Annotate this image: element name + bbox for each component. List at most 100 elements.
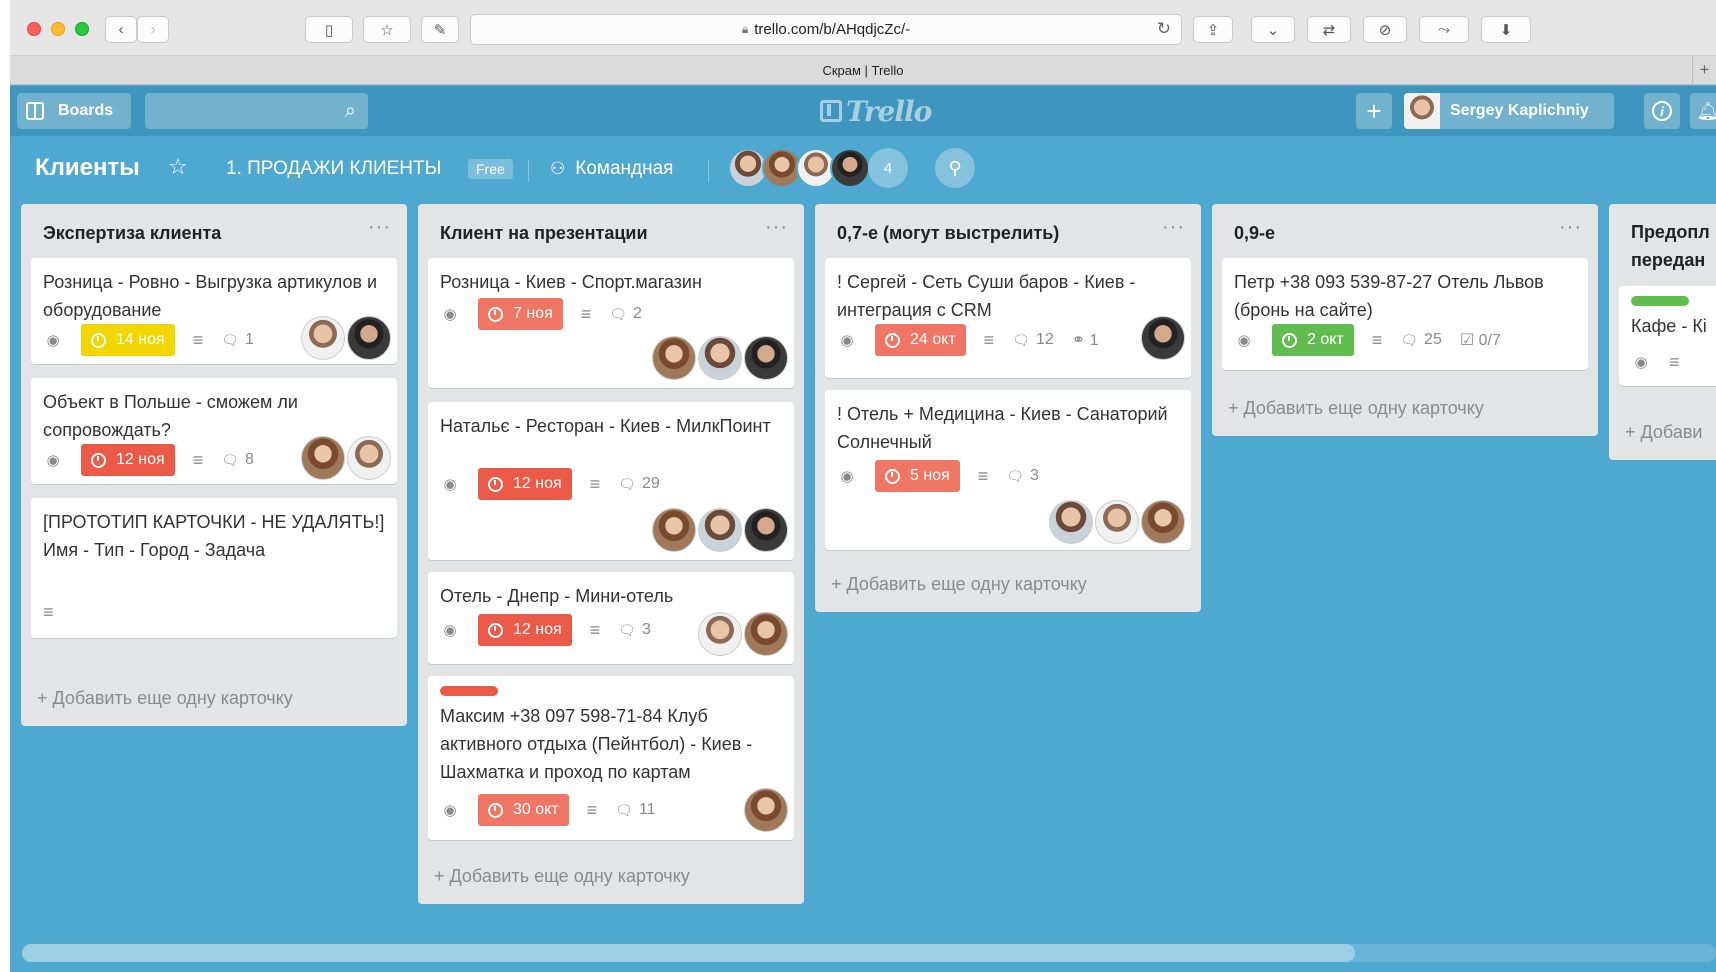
sync-button[interactable]: ⇄ xyxy=(1307,16,1351,43)
avatar[interactable] xyxy=(744,508,788,552)
reload-icon[interactable]: ↻ xyxy=(1157,19,1171,39)
due-date-badge[interactable]: 12 ноя xyxy=(478,614,572,646)
avatar[interactable] xyxy=(744,612,788,656)
add-card-button[interactable]: + Добавить еще одну карточку xyxy=(37,688,293,709)
card[interactable]: Натальє - Ресторан - Киев - МилкПоинт ◉ … xyxy=(428,402,794,560)
comments-badge: 🗨︎ 2 xyxy=(609,305,642,323)
close-window-button[interactable] xyxy=(27,22,41,36)
downloads-button[interactable]: ⬇ xyxy=(1481,16,1531,43)
create-button[interactable]: + xyxy=(1356,93,1392,129)
add-card-label: Добави xyxy=(1640,422,1703,442)
list-header[interactable]: Предопл передан xyxy=(1609,204,1716,276)
due-date-badge[interactable]: 24 окт xyxy=(875,324,966,356)
card[interactable]: [ПРОТОТИП КАРТОЧКИ - НЕ УДАЛЯТЬ!] Имя - … xyxy=(31,498,397,638)
trello-logo[interactable]: Trello xyxy=(820,93,932,129)
pocket-button[interactable]: ⌄ xyxy=(1251,16,1295,43)
more-icon[interactable]: ··· xyxy=(1162,216,1185,239)
notifications-button[interactable]: 🔔︎ xyxy=(1690,93,1716,129)
avatar[interactable] xyxy=(652,508,696,552)
horizontal-scrollbar[interactable] xyxy=(22,944,1716,962)
board-title[interactable]: Клиенты xyxy=(35,154,140,182)
member-count[interactable]: 4 xyxy=(868,148,908,188)
card[interactable]: Розница - Киев - Спорт.магазин ◉ 7 ноя ≡… xyxy=(428,258,794,388)
list-title[interactable]: Клиент на презентации xyxy=(440,223,648,244)
scrollbar-thumb[interactable] xyxy=(22,944,1355,962)
avatar[interactable] xyxy=(698,612,742,656)
list-title[interactable]: 0,9-е xyxy=(1234,223,1275,244)
due-date-badge[interactable]: 7 ноя xyxy=(478,298,563,330)
share-button[interactable]: ⇪ xyxy=(1193,16,1233,43)
card[interactable]: Отель - Днепр - Мини-отель ◉ 12 ноя ≡ 🗨︎… xyxy=(428,572,794,664)
due-date-badge[interactable]: 14 ноя xyxy=(81,324,175,356)
invite-member-button[interactable]: ⚲ xyxy=(935,148,975,188)
star-icon[interactable]: ☆ xyxy=(168,154,188,180)
bookmarks-button[interactable]: ☆ xyxy=(363,16,411,43)
minimize-window-button[interactable] xyxy=(51,22,65,36)
card[interactable]: ! Сергей - Сеть Суши баров - Киев - инте… xyxy=(825,258,1191,378)
add-card-button[interactable]: + Добавить еще одну карточку xyxy=(831,574,1087,595)
new-tab-button[interactable]: + xyxy=(1692,56,1716,84)
avatar[interactable] xyxy=(301,436,345,480)
card[interactable]: ! Отель + Медицина - Киев - Санаторий Со… xyxy=(825,390,1191,550)
list-title[interactable]: Экспертиза клиента xyxy=(43,223,221,244)
avatar[interactable] xyxy=(830,148,870,188)
avatar[interactable] xyxy=(301,316,345,360)
due-date-badge[interactable]: 12 ноя xyxy=(478,468,572,500)
card[interactable]: Объект в Польше - сможем ли сопровождать… xyxy=(31,378,397,484)
list-header[interactable]: 0,9-е ··· xyxy=(1212,204,1598,256)
avatar[interactable] xyxy=(347,316,391,360)
card[interactable]: Максим +38 097 598-71-84 Клуб активного … xyxy=(428,676,794,840)
avatar[interactable] xyxy=(1141,316,1185,360)
list-header[interactable]: Экспертиза клиента ··· xyxy=(21,204,407,256)
block-button[interactable]: ⊘ xyxy=(1363,16,1407,43)
comments-badge: 🗨︎ 25 xyxy=(1400,331,1442,349)
search-input[interactable]: ⌕ xyxy=(145,93,368,129)
due-date-badge[interactable]: 12 ноя xyxy=(81,444,175,476)
due-date-badge[interactable]: 30 окт xyxy=(478,794,569,826)
zoom-window-button[interactable] xyxy=(75,22,89,36)
avatar[interactable] xyxy=(1049,500,1093,544)
more-icon[interactable]: ··· xyxy=(1559,216,1582,239)
card-badges: ◉ 7 ноя ≡ 🗨︎ 2 xyxy=(440,298,660,330)
add-card-button[interactable]: + Добавить еще одну карточку xyxy=(434,866,690,887)
card-members xyxy=(299,436,391,480)
due-date-badge[interactable]: 2 окт xyxy=(1272,324,1354,356)
avatar[interactable] xyxy=(1141,500,1185,544)
card[interactable]: Розница - Ровно - Выгрузка артикулов и о… xyxy=(31,258,397,364)
visibility-button[interactable]: ⚇ Командная xyxy=(550,158,673,180)
avatar[interactable] xyxy=(698,336,742,380)
avatar[interactable] xyxy=(347,436,391,480)
comment-count: 1 xyxy=(244,331,254,348)
clock-icon xyxy=(488,476,503,492)
due-date-label: 7 ноя xyxy=(513,305,553,322)
info-button[interactable]: i xyxy=(1644,93,1680,129)
extension-button[interactable]: ⤳ xyxy=(1419,16,1469,43)
more-icon[interactable]: ··· xyxy=(765,216,788,239)
avatar[interactable] xyxy=(698,508,742,552)
card-label[interactable] xyxy=(1631,296,1689,306)
card-label[interactable] xyxy=(440,686,498,696)
avatar[interactable] xyxy=(744,336,788,380)
avatar[interactable] xyxy=(744,788,788,832)
list-title[interactable]: Предопл передан xyxy=(1631,218,1716,274)
forward-button[interactable]: › xyxy=(137,16,169,43)
add-card-button[interactable]: + Добавить еще одну карточку xyxy=(1228,398,1484,419)
boards-button[interactable]: Boards xyxy=(17,93,131,129)
avatar[interactable] xyxy=(1095,500,1139,544)
list-header[interactable]: Клиент на презентации ··· xyxy=(418,204,804,256)
add-card-button[interactable]: + Добави xyxy=(1625,422,1702,443)
due-date-badge[interactable]: 5 ноя xyxy=(875,460,960,492)
list-header[interactable]: 0,7-е (могут выстрелить) ··· xyxy=(815,204,1201,256)
sidebar-button[interactable]: ▯ xyxy=(305,16,353,43)
address-bar[interactable]: 🔒︎ trello.com/b/AHqdjcZc/- ↻ xyxy=(470,14,1182,45)
card[interactable]: Петр +38 093 539-87-27 Отель Львов (брон… xyxy=(1222,258,1588,370)
more-icon[interactable]: ··· xyxy=(368,216,391,239)
user-menu-button[interactable]: Sergey Kaplichniy xyxy=(1404,93,1614,129)
team-name[interactable]: 1. ПРОДАЖИ КЛИЕНТЫ xyxy=(226,158,441,180)
list-title[interactable]: 0,7-е (могут выстрелить) xyxy=(837,223,1059,244)
avatar[interactable] xyxy=(652,336,696,380)
card[interactable]: Кафе - Кі ◉ ≡ xyxy=(1619,286,1716,386)
back-button[interactable]: ‹ xyxy=(105,16,137,43)
tab-title[interactable]: Скрам | Trello xyxy=(822,63,903,78)
notes-button[interactable]: ✎ xyxy=(421,16,459,43)
